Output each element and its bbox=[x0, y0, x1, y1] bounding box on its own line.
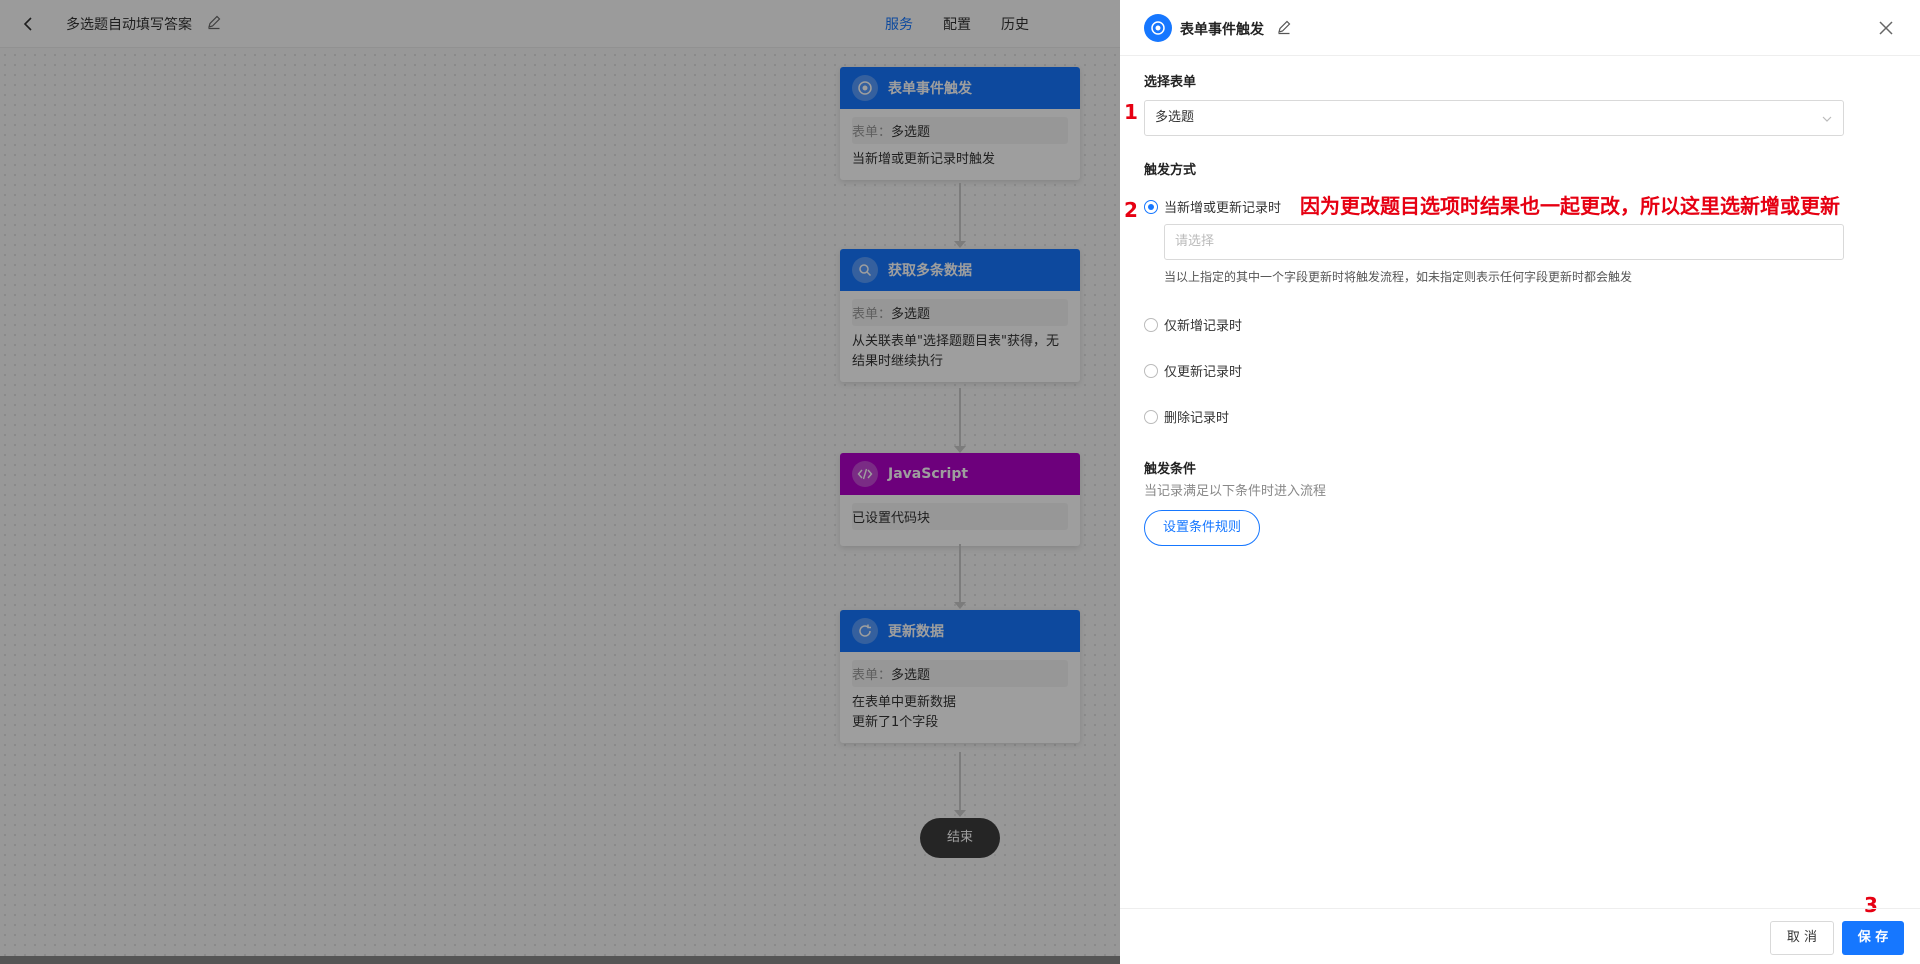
drawer-title: 表单事件触发 bbox=[1180, 22, 1264, 38]
set-condition-rule-button[interactable]: 设置条件规则 bbox=[1144, 510, 1260, 546]
search-icon bbox=[852, 257, 878, 283]
node-config-drawer: 表单事件触发 选择表单 1 多选题 触发方式 2 当新增或更新记录时 因为更改题… bbox=[1120, 0, 1920, 964]
node-header: 表单事件触发 bbox=[840, 67, 1080, 109]
node-title: 表单事件触发 bbox=[888, 81, 972, 97]
node-title: 更新数据 bbox=[888, 624, 944, 640]
connector-arrow bbox=[954, 602, 966, 609]
cancel-button[interactable]: 取 消 bbox=[1770, 921, 1834, 955]
node-form-field: 表单：多选题 bbox=[852, 299, 1068, 326]
radio-dot bbox=[1144, 199, 1158, 214]
annotation-note: 因为更改题目选项时结果也一起更改，所以这里选新增或更新 bbox=[1300, 194, 1840, 218]
connector-line bbox=[959, 752, 961, 812]
node-form-label: 表单： bbox=[852, 125, 892, 140]
node-desc-2: 更新了1个字段 bbox=[852, 715, 939, 730]
close-icon bbox=[1879, 21, 1893, 35]
radio-dot bbox=[1144, 317, 1158, 332]
pencil-icon bbox=[1278, 20, 1291, 35]
chevron-left-icon bbox=[23, 17, 32, 31]
code-icon bbox=[852, 461, 878, 487]
drawer-header: 表单事件触发 bbox=[1120, 0, 1920, 56]
node-form-label: 表单： bbox=[852, 307, 892, 322]
tab-service[interactable]: 服务 bbox=[885, 14, 913, 34]
flow-end-node[interactable]: 结束 bbox=[920, 818, 1000, 858]
radio-dot bbox=[1144, 363, 1158, 378]
back-button[interactable] bbox=[16, 12, 40, 36]
pencil-icon bbox=[208, 15, 221, 30]
flow-node-javascript[interactable]: JavaScript 已设置代码块 bbox=[840, 453, 1080, 546]
flow-node-form-trigger[interactable]: 表单事件触发 表单：多选题 当新增或更新记录时触发 bbox=[840, 67, 1080, 180]
chevron-down-icon bbox=[1822, 116, 1832, 122]
flow-node-get-records[interactable]: 获取多条数据 表单：多选题 从关联表单"选择题题目表"获得，无结果时继续执行 bbox=[840, 249, 1080, 382]
radio-dot bbox=[1144, 409, 1158, 424]
node-form-value: 多选题 bbox=[891, 125, 931, 140]
top-bar: 多选题自动填写答案 服务 配置 历史 bbox=[0, 0, 1120, 48]
annotation-number-1: 1 bbox=[1124, 100, 1138, 124]
connector-line bbox=[959, 183, 961, 243]
node-header: JavaScript bbox=[840, 453, 1080, 495]
connector-line bbox=[959, 544, 961, 604]
target-icon bbox=[852, 75, 878, 101]
connector-arrow bbox=[954, 241, 966, 248]
tab-history[interactable]: 历史 bbox=[1001, 14, 1029, 34]
flow-node-update-data[interactable]: 更新数据 表单：多选题 在表单中更新数据 更新了1个字段 bbox=[840, 610, 1080, 743]
save-button[interactable]: 保 存 bbox=[1842, 921, 1904, 955]
node-header: 获取多条数据 bbox=[840, 249, 1080, 291]
trigger-mode-label: 触发方式 bbox=[1144, 163, 1197, 178]
target-icon bbox=[1144, 14, 1172, 42]
node-desc: 在表单中更新数据 bbox=[852, 695, 957, 710]
node-desc: 已设置代码块 bbox=[852, 503, 1068, 530]
drawer-footer: 取 消 保 存 bbox=[1120, 908, 1920, 964]
connector-arrow bbox=[954, 446, 966, 453]
node-form-label: 表单： bbox=[852, 668, 892, 683]
node-header: 更新数据 bbox=[840, 610, 1080, 652]
horizontal-scrollbar[interactable] bbox=[0, 956, 1120, 964]
flow-title: 多选题自动填写答案 bbox=[66, 17, 192, 33]
trigger-field-placeholder: 请选择 bbox=[1175, 234, 1215, 249]
connector-arrow bbox=[954, 810, 966, 817]
node-desc: 从关联表单"选择题题目表"获得，无结果时继续执行 bbox=[852, 334, 1059, 369]
form-select[interactable]: 多选题 bbox=[1144, 100, 1844, 136]
form-select-value: 多选题 bbox=[1155, 110, 1195, 125]
radio-label: 仅更新记录时 bbox=[1164, 365, 1243, 380]
connector-line bbox=[959, 388, 961, 448]
radio-add-or-update[interactable]: 当新增或更新记录时 bbox=[1144, 197, 1281, 216]
edit-title-button[interactable] bbox=[206, 14, 224, 32]
trigger-condition-label: 触发条件 bbox=[1144, 462, 1197, 477]
trigger-condition-sub: 当记录满足以下条件时进入流程 bbox=[1144, 484, 1327, 499]
edit-node-name-button[interactable] bbox=[1276, 19, 1294, 37]
node-form-field: 表单：多选题 bbox=[852, 660, 1068, 687]
annotation-number-2: 2 bbox=[1124, 198, 1138, 222]
node-title: 获取多条数据 bbox=[888, 263, 972, 279]
select-form-label: 选择表单 bbox=[1144, 75, 1197, 90]
node-title: JavaScript bbox=[888, 466, 969, 482]
node-form-value: 多选题 bbox=[891, 307, 931, 322]
radio-label: 仅新增记录时 bbox=[1164, 319, 1243, 334]
radio-delete[interactable]: 删除记录时 bbox=[1144, 407, 1229, 426]
radio-add-only[interactable]: 仅新增记录时 bbox=[1144, 315, 1242, 334]
tab-config[interactable]: 配置 bbox=[943, 14, 971, 34]
close-drawer-button[interactable] bbox=[1876, 18, 1896, 38]
radio-update-only[interactable]: 仅更新记录时 bbox=[1144, 361, 1242, 380]
node-desc: 当新增或更新记录时触发 bbox=[852, 152, 996, 167]
radio-label: 删除记录时 bbox=[1164, 411, 1230, 426]
trigger-field-help: 当以上指定的其中一个字段更新时将触发流程，如未指定则表示任何字段更新时都会触发 bbox=[1164, 270, 1633, 284]
top-tabs: 服务 配置 历史 bbox=[885, 14, 1029, 34]
node-form-value: 多选题 bbox=[891, 668, 931, 683]
node-form-field: 表单：多选题 bbox=[852, 117, 1068, 144]
radio-label: 当新增或更新记录时 bbox=[1164, 201, 1282, 216]
trigger-field-select[interactable]: 请选择 bbox=[1164, 224, 1844, 260]
flow-canvas[interactable]: 多选题自动填写答案 服务 配置 历史 表单事件触发 表单：多选题 当新增或更新记… bbox=[0, 0, 1120, 964]
refresh-icon bbox=[852, 618, 878, 644]
